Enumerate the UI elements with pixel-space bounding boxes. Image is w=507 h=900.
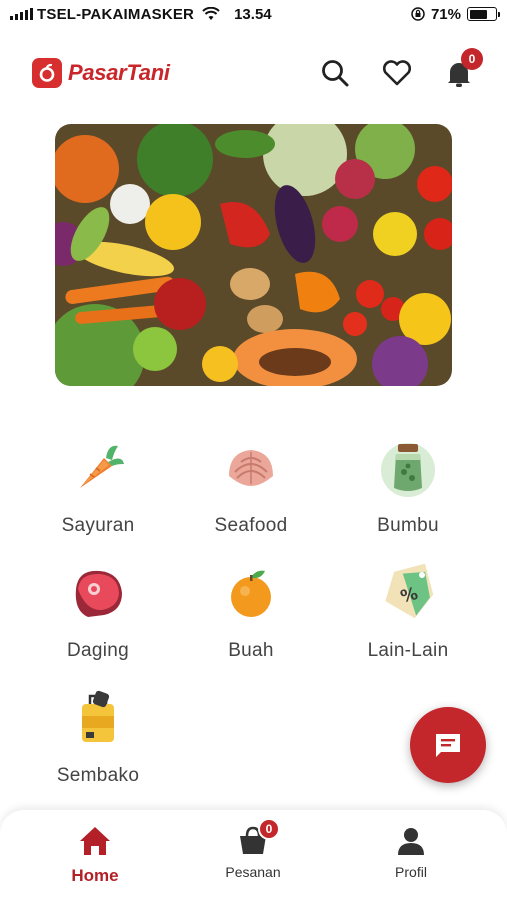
grocery-bag-icon bbox=[82, 690, 114, 742]
vegetables-photo bbox=[55, 124, 452, 386]
battery-icon bbox=[467, 7, 500, 21]
carrier-name: TSEL-PAKAIMASKER bbox=[37, 5, 195, 23]
battery-percent: 71% bbox=[430, 5, 461, 23]
heart-icon[interactable] bbox=[381, 57, 413, 89]
category-seafood[interactable]: Seafood bbox=[181, 438, 321, 537]
discount-tag-icon: % bbox=[385, 563, 434, 619]
category-label: Bumbu bbox=[377, 515, 439, 536]
category-sembako[interactable]: Sembako bbox=[28, 688, 168, 787]
signal-icon bbox=[10, 8, 33, 20]
category-sayuran[interactable]: Sayuran bbox=[28, 438, 168, 537]
category-label: Seafood bbox=[214, 515, 288, 536]
chat-icon bbox=[436, 734, 460, 757]
home-icon bbox=[78, 824, 112, 858]
category-label: Sembako bbox=[56, 765, 140, 786]
search-icon[interactable] bbox=[319, 57, 351, 89]
cart-icon: 0 bbox=[236, 818, 280, 858]
app-logo[interactable]: PasarTani bbox=[32, 58, 170, 88]
category-lain-lain[interactable]: % Lain-Lain bbox=[338, 563, 478, 662]
shell-icon bbox=[229, 450, 273, 486]
nav-pesanan[interactable]: 0 Pesanan bbox=[198, 818, 308, 880]
notification-badge: 0 bbox=[461, 48, 483, 70]
wifi-icon bbox=[202, 7, 220, 20]
meat-icon bbox=[75, 570, 122, 617]
order-badge: 0 bbox=[258, 818, 280, 840]
carrot-icon bbox=[80, 445, 124, 488]
person-icon bbox=[394, 824, 428, 858]
nav-home[interactable]: Home bbox=[40, 824, 150, 886]
chat-button[interactable] bbox=[410, 707, 486, 783]
logo-text: PasarTani bbox=[68, 60, 170, 85]
bottom-nav: Home 0 Pesanan Profil bbox=[0, 810, 507, 900]
nav-pesanan-label: Pesanan bbox=[225, 864, 281, 880]
category-buah[interactable]: Buah bbox=[181, 563, 321, 662]
orientation-lock-icon bbox=[411, 7, 425, 21]
logo-mark-icon bbox=[32, 58, 62, 88]
status-bar: TSEL-PAKAIMASKER 13.54 71% bbox=[0, 0, 507, 28]
category-label: Daging bbox=[66, 640, 129, 661]
category-label: Buah bbox=[228, 640, 274, 661]
category-label: Sayuran bbox=[61, 515, 135, 536]
orange-icon bbox=[231, 570, 271, 617]
nav-profil-label: Profil bbox=[395, 864, 427, 880]
bell-icon[interactable]: 0 bbox=[443, 48, 483, 89]
promo-banner[interactable] bbox=[55, 124, 452, 386]
category-label: Lain-Lain bbox=[367, 640, 449, 661]
nav-home-label: Home bbox=[71, 866, 119, 885]
app-header: PasarTani 0 bbox=[0, 48, 507, 96]
nav-profil[interactable]: Profil bbox=[356, 824, 466, 880]
clock: 13.54 bbox=[234, 5, 272, 23]
category-bumbu[interactable]: Bumbu bbox=[338, 438, 478, 537]
spice-jar-icon bbox=[381, 443, 435, 497]
category-daging[interactable]: Daging bbox=[28, 563, 168, 662]
